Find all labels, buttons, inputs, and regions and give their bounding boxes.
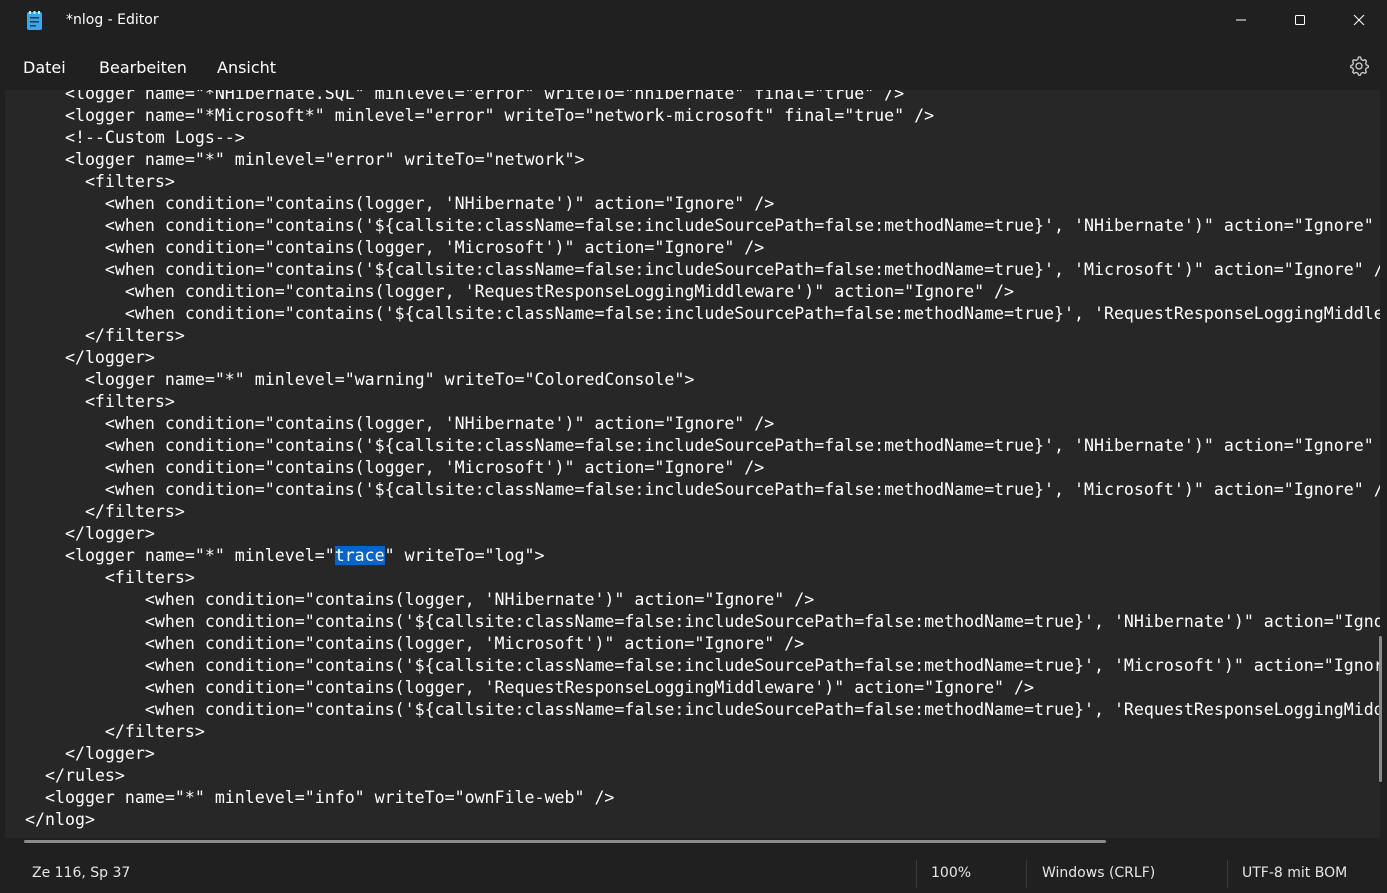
text-editor-area[interactable]: <logger name="*NHibernate.SQL" minlevel=… <box>5 90 1380 838</box>
editor-line: <when condition="contains('${callsite:cl… <box>25 480 1380 499</box>
editor-line: </nlog> <box>25 810 95 829</box>
editor-line: <when condition="contains('${callsite:cl… <box>144 700 1380 719</box>
editor-line: <logger name="*Microsoft*" minlevel="err… <box>25 106 935 125</box>
menu-datei[interactable]: Datei <box>23 58 66 77</box>
encoding: UTF-8 mit BOM <box>1242 865 1348 881</box>
editor-line: </filters> <box>25 722 205 741</box>
editor-line: <logger name="*" minlevel="warning" writ… <box>25 370 695 389</box>
status-divider <box>916 860 917 888</box>
editor-line: <filters> <box>25 172 175 191</box>
editor-line: </logger> <box>25 524 155 543</box>
editor-line: <when condition="contains(logger, 'NHibe… <box>25 194 775 213</box>
minimize-button[interactable] <box>1218 0 1264 40</box>
maximize-button[interactable] <box>1277 0 1323 40</box>
status-divider <box>1227 860 1228 888</box>
editor-line: <logger name="*" minlevel="error" writeT… <box>25 150 585 169</box>
zoom-level: 100% <box>931 865 972 881</box>
menu-ansicht[interactable]: Ansicht <box>217 58 276 77</box>
settings-gear-icon[interactable] <box>1348 55 1370 77</box>
notepad-icon <box>27 11 42 30</box>
minimize-icon <box>1236 19 1246 21</box>
editor-line: <when condition="contains(logger, 'Reque… <box>25 678 1035 697</box>
editor-line: <filters> <box>25 568 195 587</box>
editor-line: <when condition="contains(logger, 'Micro… <box>25 458 765 477</box>
editor-line: <filters> <box>25 392 175 411</box>
horizontal-scrollbar[interactable] <box>24 840 1106 843</box>
line-ending: Windows (CRLF) <box>1042 865 1156 881</box>
editor-line: </logger> <box>25 744 155 763</box>
editor-line: <logger name="*" minlevel="info" writeTo… <box>25 788 615 807</box>
editor-line: </filters> <box>25 502 185 521</box>
title-bar: *nlog - Editor <box>0 0 1387 44</box>
editor-line: <when condition="contains(logger, 'Reque… <box>25 282 1015 301</box>
editor-line: <when condition="contains(logger, 'Micro… <box>25 634 805 653</box>
editor-line: </logger> <box>25 348 155 367</box>
editor-text: <logger name="*NHibernate.SQL" minlevel=… <box>5 90 1380 831</box>
status-divider <box>1026 860 1027 888</box>
close-button[interactable] <box>1336 0 1382 40</box>
editor-line: <when condition="contains('${callsite:cl… <box>25 612 1380 631</box>
editor-line: <when condition="contains('${callsite:cl… <box>25 260 1380 279</box>
editor-line: <when condition="contains(logger, 'NHibe… <box>25 590 815 609</box>
editor-line: </rules> <box>25 766 125 785</box>
editor-line: <logger name="*" minlevel="trace" writeT… <box>25 546 545 565</box>
editor-line: <when condition="contains('${callsite:cl… <box>124 304 1380 323</box>
editor-line: </filters> <box>25 326 185 345</box>
status-bar: Ze 116, Sp 37 100% Windows (CRLF) UTF-8 … <box>0 853 1387 893</box>
vertical-scrollbar[interactable] <box>1379 636 1382 782</box>
menu-bar <box>0 44 1387 90</box>
maximize-icon <box>1295 15 1305 25</box>
editor-line: <when condition="contains(logger, 'NHibe… <box>25 414 775 433</box>
editor-line: <when condition="contains(logger, 'Micro… <box>25 238 765 257</box>
close-icon <box>1353 14 1365 26</box>
editor-line: <when condition="contains('${callsite:cl… <box>25 216 1380 235</box>
selected-text: trace <box>334 546 385 565</box>
editor-line: <logger name="*NHibernate.SQL" minlevel=… <box>25 90 905 103</box>
editor-line: <when condition="contains('${callsite:cl… <box>25 656 1380 675</box>
editor-line: <when condition="contains('${callsite:cl… <box>25 436 1380 455</box>
menu-bearbeiten[interactable]: Bearbeiten <box>99 58 187 77</box>
cursor-position: Ze 116, Sp 37 <box>32 865 131 881</box>
editor-line: <!--Custom Logs--> <box>25 128 245 147</box>
window-title: *nlog - Editor <box>66 12 159 28</box>
